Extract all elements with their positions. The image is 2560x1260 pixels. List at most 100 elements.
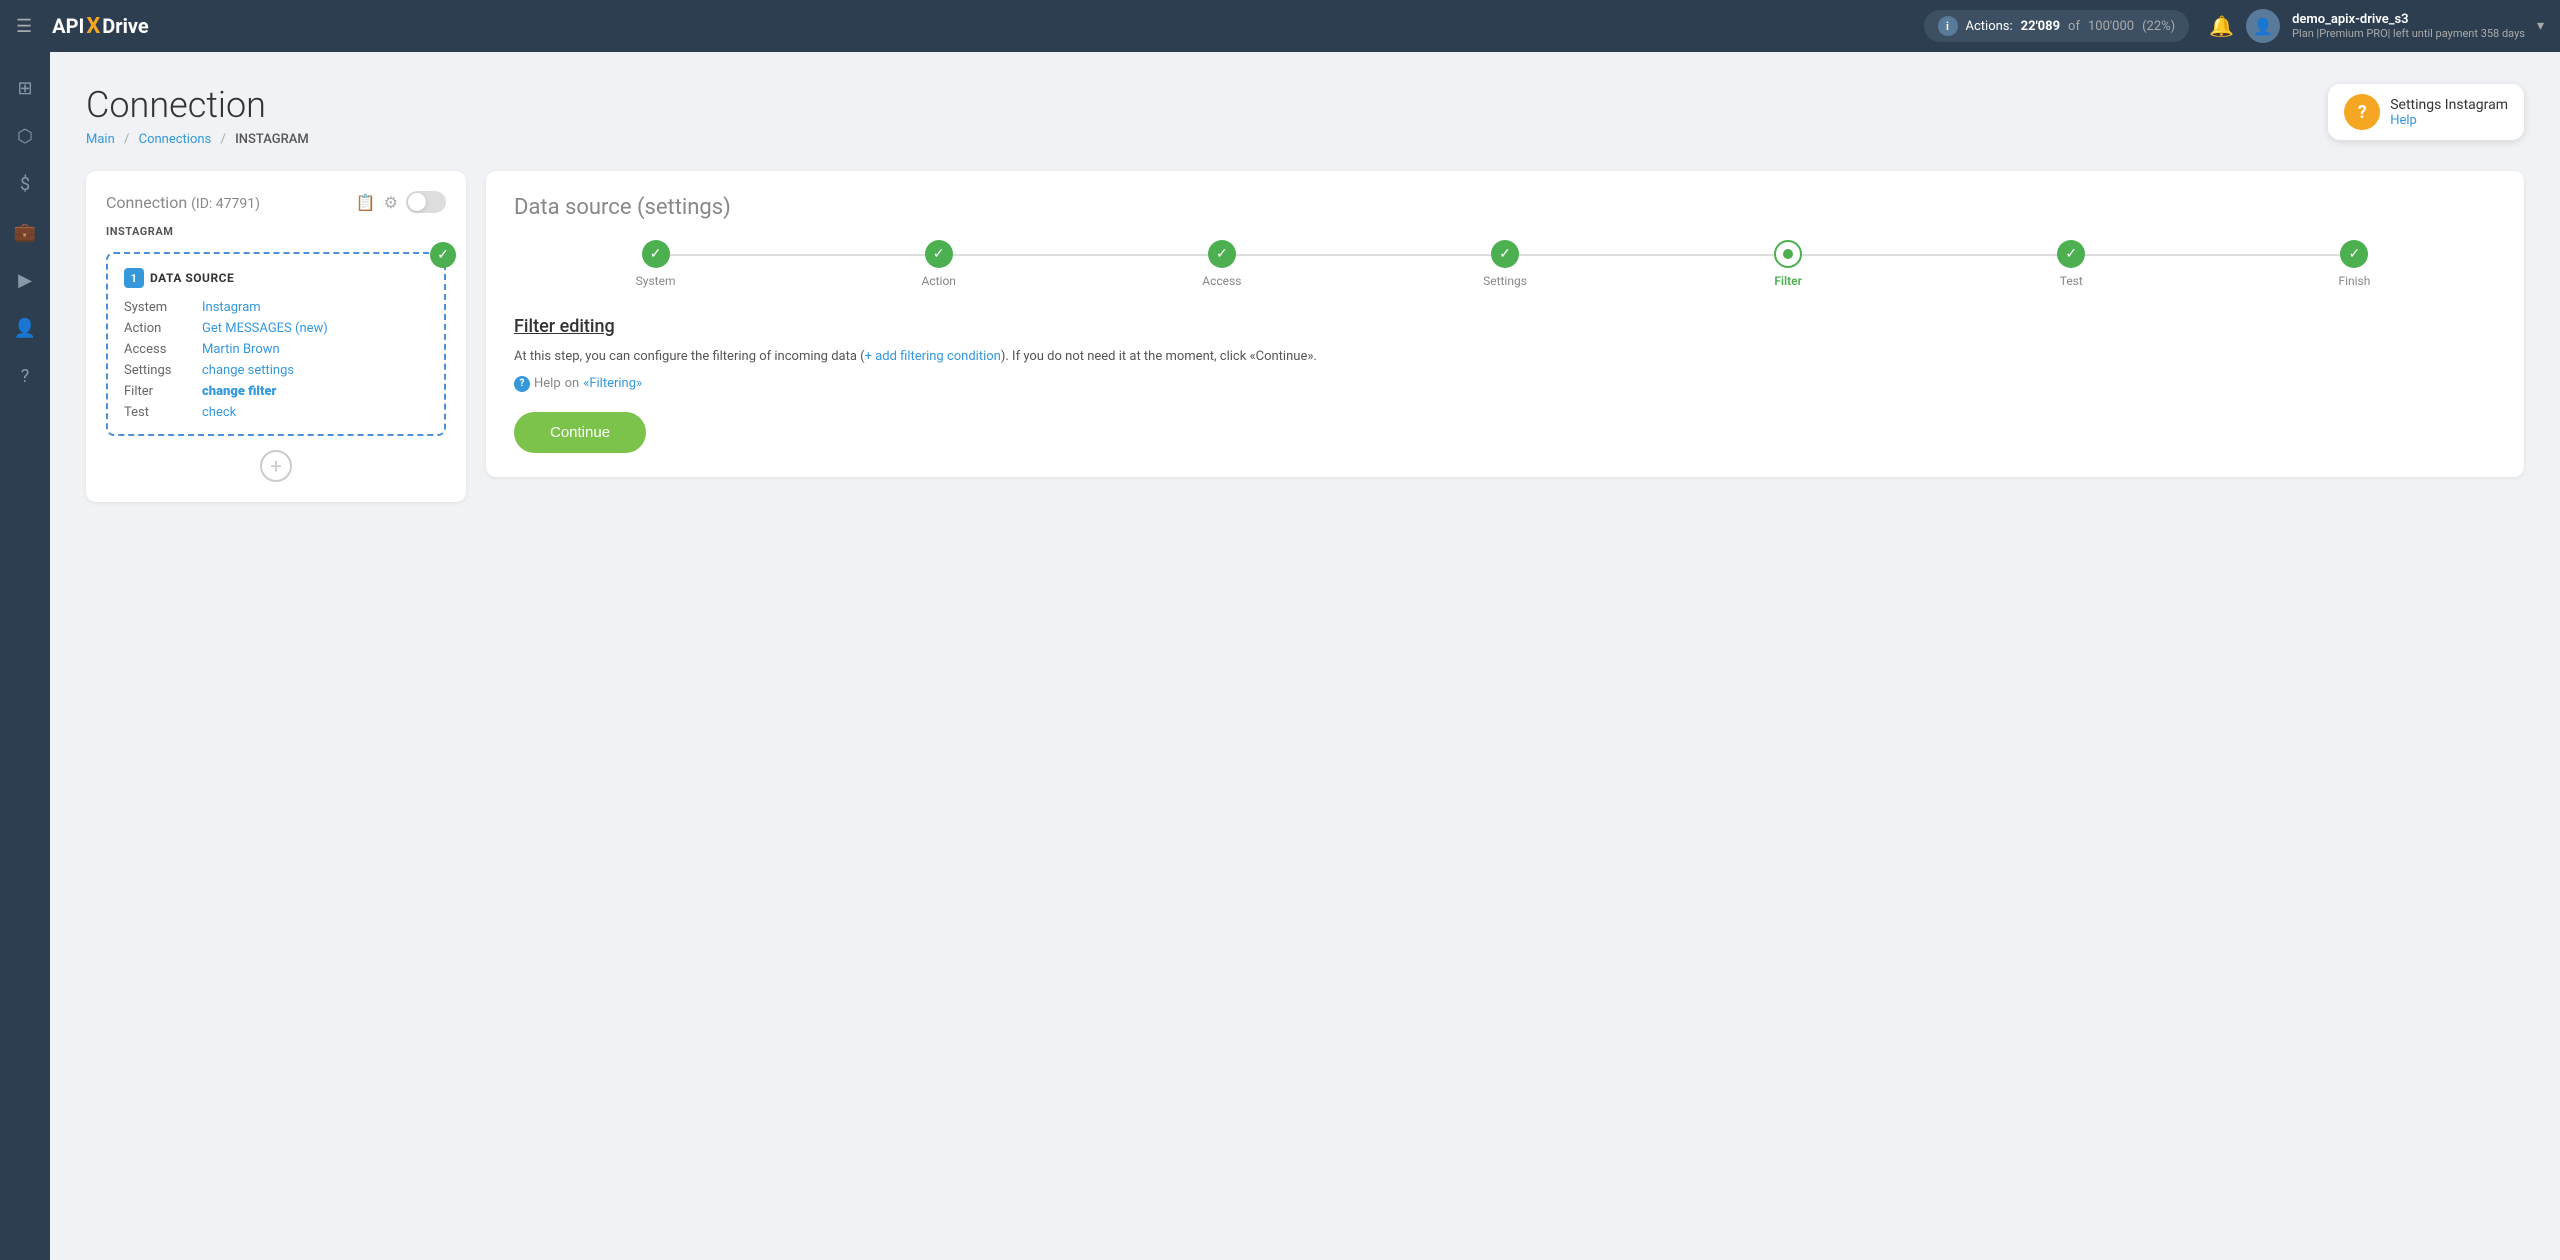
cards-row: Connection (ID: 47791) 📋 ⚙ INSTAGRAM ✓ 1… [86,171,2524,502]
actions-badge: i Actions: 22'089 of 100'000 (22%) [1924,10,2190,42]
chevron-down-icon[interactable]: ▾ [2537,18,2544,34]
filter-desc-pre: At this step, you can configure the filt… [514,349,865,364]
card-icons: 📋 ⚙ [356,191,446,213]
ds-value-system[interactable]: Instagram [202,300,261,315]
logo-x-text: X [86,14,100,39]
continue-button[interactable]: Continue [514,412,646,453]
ds-value-action[interactable]: Get MESSAGES (new) [202,321,328,336]
actions-pct: (22%) [2142,19,2175,34]
step-circle-action: ✓ [925,240,953,268]
logo: API X Drive [52,14,149,39]
step-circle-filter [1774,240,1802,268]
step-label-system: System [636,274,676,288]
step-label-finish: Finish [2338,274,2370,288]
step-circle-system: ✓ [642,240,670,268]
help-bubble-icon: ? [2344,94,2380,130]
user-plan: Plan |Premium PRO| left until payment 35… [2292,27,2525,40]
filtering-link[interactable]: «Filtering» [583,376,642,391]
breadcrumb-main[interactable]: Main [86,132,115,147]
step-filter: Filter [1647,240,1930,288]
card-title-main: Connection [106,193,187,212]
ds-rows: System Instagram Action Get MESSAGES (ne… [124,300,428,420]
card-title-row: Connection (ID: 47791) 📋 ⚙ [106,191,446,213]
step-circle-access: ✓ [1208,240,1236,268]
filter-description: At this step, you can configure the filt… [514,347,2496,368]
gear-icon[interactable]: ⚙ [384,193,398,212]
help-bubble-title: Settings Instagram [2390,97,2508,113]
stepper: ✓ System ✓ Action ✓ Access ✓ [514,240,2496,288]
sidebar-item-billing[interactable]: $ [5,164,45,204]
ds-row-system: System Instagram [124,300,428,315]
actions-total: 100'000 [2088,19,2134,34]
actions-count: 22'089 [2021,19,2060,34]
card-title-id: (ID: 47791) [191,196,260,212]
logo-api-text: API [52,14,84,38]
step-circle-test: ✓ [2057,240,2085,268]
ds-value-filter[interactable]: change filter [202,384,276,399]
ds-value-test[interactable]: check [202,405,236,420]
ds-label-system: System [124,300,194,315]
toggle-switch[interactable] [406,191,446,213]
left-card: Connection (ID: 47791) 📋 ⚙ INSTAGRAM ✓ 1… [86,171,466,502]
ds-title-text: DATA SOURCE [150,271,234,285]
filter-help-pre: Help [534,376,561,391]
step-label-filter: Filter [1774,274,1802,288]
filter-desc-post: ). If you do not need it at the moment, … [1001,349,1317,364]
ds-label-filter: Filter [124,384,194,399]
step-circle-finish: ✓ [2340,240,2368,268]
help-bubble-content: Settings Instagram Help [2390,97,2508,128]
ds-label: 1 DATA SOURCE [124,268,428,288]
sidebar-item-briefcase[interactable]: 💼 [5,212,45,252]
help-bubble-link[interactable]: Help [2390,113,2508,128]
sidebar-item-profile[interactable]: 👤 [5,308,45,348]
logo-drive-text: Drive [102,14,148,38]
sidebar-item-connections[interactable]: ⬡ [5,116,45,156]
copy-icon[interactable]: 📋 [356,193,376,212]
add-filtering-link[interactable]: + add filtering condition [865,349,1001,364]
info-icon: i [1938,16,1958,36]
avatar: 👤 [2246,9,2280,43]
right-card: Data source (settings) ✓ System ✓ Action [486,171,2524,477]
user-name: demo_apix-drive_s3 [2292,12,2525,27]
data-source-box: ✓ 1 DATA SOURCE System Instagram Action … [106,252,446,436]
breadcrumb-sep-2: / [221,132,226,147]
sidebar-item-media[interactable]: ▶ [5,260,45,300]
ds-value-access[interactable]: Martin Brown [202,342,280,357]
ds-label-access: Access [124,342,194,357]
ds-settings-title: Data source (settings) [514,195,2496,220]
menu-icon[interactable]: ☰ [16,16,32,37]
sidebar-item-dashboard[interactable]: ⊞ [5,68,45,108]
ds-row-access: Access Martin Brown [124,342,428,357]
sidebar-item-help[interactable]: ? [5,356,45,396]
card-source-label: INSTAGRAM [106,225,446,238]
breadcrumb-connections[interactable]: Connections [139,132,212,147]
ds-label-test: Test [124,405,194,420]
ds-value-settings[interactable]: change settings [202,363,294,378]
help-circle-icon: ? [514,376,530,392]
ds-row-filter: Filter change filter [124,384,428,399]
step-label-test: Test [2060,274,2083,288]
breadcrumb-current: INSTAGRAM [235,132,309,147]
ds-check-icon: ✓ [430,242,456,268]
filter-heading: Filter editing [514,316,2496,337]
step-label-action: Action [921,274,955,288]
user-info: demo_apix-drive_s3 Plan |Premium PRO| le… [2292,12,2525,40]
help-bubble: ? Settings Instagram Help [2328,84,2524,140]
step-system: ✓ System [514,240,797,288]
step-label-settings: Settings [1483,274,1527,288]
card-title: Connection (ID: 47791) [106,193,260,212]
step-access: ✓ Access [1080,240,1363,288]
breadcrumb: Main / Connections / INSTAGRAM [86,132,309,147]
step-circle-settings: ✓ [1491,240,1519,268]
sidebar: ⊞ ⬡ $ 💼 ▶ 👤 ? [0,52,50,1260]
ds-row-action: Action Get MESSAGES (new) [124,321,428,336]
bell-icon[interactable]: 🔔 [2209,14,2234,38]
step-settings: ✓ Settings [1363,240,1646,288]
page-title: Connection [86,84,309,126]
add-block-button[interactable]: + [260,450,292,482]
filter-help-on: on [565,376,580,391]
ds-label-settings: Settings [124,363,194,378]
step-action: ✓ Action [797,240,1080,288]
step-label-access: Access [1202,274,1241,288]
step-test: ✓ Test [1930,240,2213,288]
